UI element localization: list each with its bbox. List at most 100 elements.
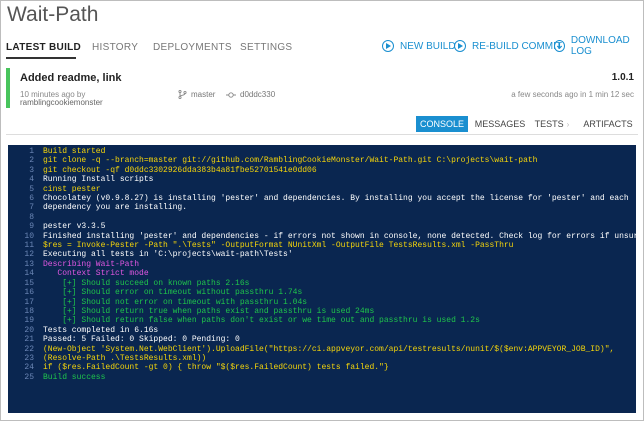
tab-history[interactable]: HISTORY [92, 42, 138, 53]
console-line-number: 24 [24, 363, 34, 373]
build-status-bar [6, 68, 10, 108]
console-line: 9 pester v3.3.5 [8, 222, 636, 231]
console-line-text: git clone -q --branch=master git://githu… [43, 156, 538, 166]
console-line-number: 20 [24, 325, 34, 335]
rebuild-commit-button[interactable]: RE-BUILD COMMIT [454, 38, 562, 54]
console-line-number: 18 [24, 306, 34, 316]
console-line-number: 16 [24, 288, 34, 298]
new-build-label: NEW BUILD [400, 40, 456, 52]
console-line-text: dependency you are installing. [43, 203, 188, 213]
build-version: 1.0.1 [611, 72, 634, 83]
console-line: 19 [+] Should return false when paths do… [8, 316, 636, 325]
console-line-number: 14 [24, 269, 34, 279]
console-line-number: 6 [29, 194, 34, 204]
commit-info[interactable]: d0ddc330 [226, 90, 275, 99]
tab-settings[interactable]: SETTINGS [240, 42, 292, 53]
console-line: 3 git checkout -qf d0ddc3302926dda383b4a8… [8, 166, 636, 175]
build-duration: a few seconds ago in 1 min 12 sec [511, 90, 634, 99]
console-line-text: [+] Should return true when paths exist … [43, 306, 375, 316]
console-line: 6 Chocolatey (v0.9.8.27) is installing 'p… [8, 194, 636, 203]
console-line-number: 4 [29, 175, 34, 185]
tab-artifacts[interactable]: ARTIFACTS [580, 116, 636, 132]
console-line: 22 (New-Object 'System.Net.WebClient').Up… [8, 345, 636, 354]
console-line: 11 $res = Invoke-Pester -Path ".\Tests" -… [8, 241, 636, 250]
rebuild-commit-label: RE-BUILD COMMIT [472, 40, 562, 52]
console-line: 1 Build started [8, 147, 636, 156]
console-line-text: cinst pester [43, 184, 101, 194]
console-line-text: Tests completed in 6.16s [43, 325, 159, 335]
console-line-number: 17 [24, 297, 34, 307]
console-line: 7 dependency you are installing. [8, 203, 636, 212]
console-line: 12 Executing all tests in 'C:\projects\wa… [8, 250, 636, 259]
console-line: 10 Finished installing 'pester' and depen… [8, 232, 636, 241]
active-tab-indicator [6, 57, 76, 59]
branch-icon [178, 90, 187, 99]
tab-latest-build[interactable]: LATEST BUILD [6, 42, 81, 53]
branch-info[interactable]: master [178, 90, 215, 99]
console-line-number: 15 [24, 278, 34, 288]
console-line-number: 9 [29, 222, 34, 232]
play-icon [382, 40, 394, 52]
tab-tests[interactable]: TESTS › [530, 116, 574, 132]
console-line-text: [+] Should error on timeout without pass… [43, 288, 303, 298]
console-line-number: 3 [29, 165, 34, 175]
console-line-text: (Resolve-Path .\TestsResults.xml)) [43, 353, 207, 363]
console-line: 14 Context Strict mode [8, 269, 636, 278]
console-line-text: [+] Should return false when paths don't… [43, 316, 480, 326]
new-build-button[interactable]: NEW BUILD [382, 38, 456, 54]
play-icon [454, 40, 466, 52]
console-line: 23 (Resolve-Path .\TestsResults.xml)) [8, 354, 636, 363]
console-line-number: 13 [24, 259, 34, 269]
tab-console[interactable]: CONSOLE [416, 116, 468, 132]
build-summary: Added readme, link 10 minutes ago by ram… [6, 68, 638, 108]
tab-messages[interactable]: MESSAGES [474, 116, 526, 132]
build-author[interactable]: ramblingcookiemonster [20, 98, 103, 107]
console-line-number: 8 [29, 212, 34, 222]
console-line-text: git checkout -qf d0ddc3302926dda383b4a81… [43, 165, 317, 175]
console-line-number: 7 [29, 203, 34, 213]
console-line-text: (New-Object 'System.Net.WebClient').Uplo… [43, 344, 615, 354]
console-line: 21 Passed: 5 Failed: 0 Skipped: 0 Pending… [8, 335, 636, 344]
console-line: 24 if ($res.FailedCount -gt 0) { throw "$… [8, 363, 636, 372]
download-log-button[interactable]: DOWNLOAD LOG [554, 35, 644, 57]
tab-deployments[interactable]: DEPLOYMENTS [153, 42, 232, 53]
branch-name: master [191, 90, 216, 99]
console-line-text: Passed: 5 Failed: 0 Skipped: 0 Pending: … [43, 335, 240, 345]
commit-id: d0ddc330 [240, 90, 276, 99]
commit-icon [226, 91, 236, 98]
console-line-text: pester v3.3.5 [43, 222, 106, 232]
console-line-text: [+] Should succeed on known paths 2.16s [43, 278, 250, 288]
console-line: 5 cinst pester [8, 185, 636, 194]
console-line-number: 19 [24, 316, 34, 326]
console-line: 20 Tests completed in 6.16s [8, 326, 636, 335]
console-line: 8 [8, 213, 636, 222]
console-line-number: 25 [24, 372, 34, 382]
console-line: 16 [+] Should error on timeout without p… [8, 288, 636, 297]
console-line-number: 5 [29, 184, 34, 194]
tests-chevron-icon: › [566, 119, 570, 129]
tab-tests-label: TESTS [534, 119, 564, 129]
console-line: 4 Running Install scripts [8, 175, 636, 184]
console-line-number: 11 [24, 241, 34, 251]
console-line-text: [+] Should not error on timeout with pas… [43, 297, 308, 307]
console-output[interactable]: 1 Build started 2 git clone -q --branch=mas… [8, 145, 636, 413]
project-title: Wait-Path [7, 3, 99, 26]
console-line-text: if ($res.FailedCount -gt 0) { throw "$($… [43, 363, 389, 373]
console-line-text: Build success [43, 372, 106, 382]
console-line-text: Executing all tests in 'C:\projects\wait… [43, 250, 293, 260]
console-line: 17 [+] Should not error on timeout with … [8, 298, 636, 307]
console-line-text: Finished installing 'pester' and depende… [43, 231, 636, 241]
console-line: 15 [+] Should succeed on known paths 2.1… [8, 279, 636, 288]
console-line-text: Describing Wait-Path [43, 259, 140, 269]
console-line: 25 Build success [8, 373, 636, 382]
console-line: 13 Describing Wait-Path [8, 260, 636, 269]
console-line-number: 22 [24, 344, 34, 354]
console-line-text: Build started [43, 147, 106, 156]
console-line-number: 10 [24, 231, 34, 241]
console-line-number: 12 [24, 250, 34, 260]
console-line-number: 21 [24, 335, 34, 345]
console-line: 18 [+] Should return true when paths exi… [8, 307, 636, 316]
console-line-number: 1 [29, 147, 34, 156]
download-log-label: DOWNLOAD LOG [570, 35, 630, 57]
console-line-text: Running Install scripts [43, 175, 154, 185]
